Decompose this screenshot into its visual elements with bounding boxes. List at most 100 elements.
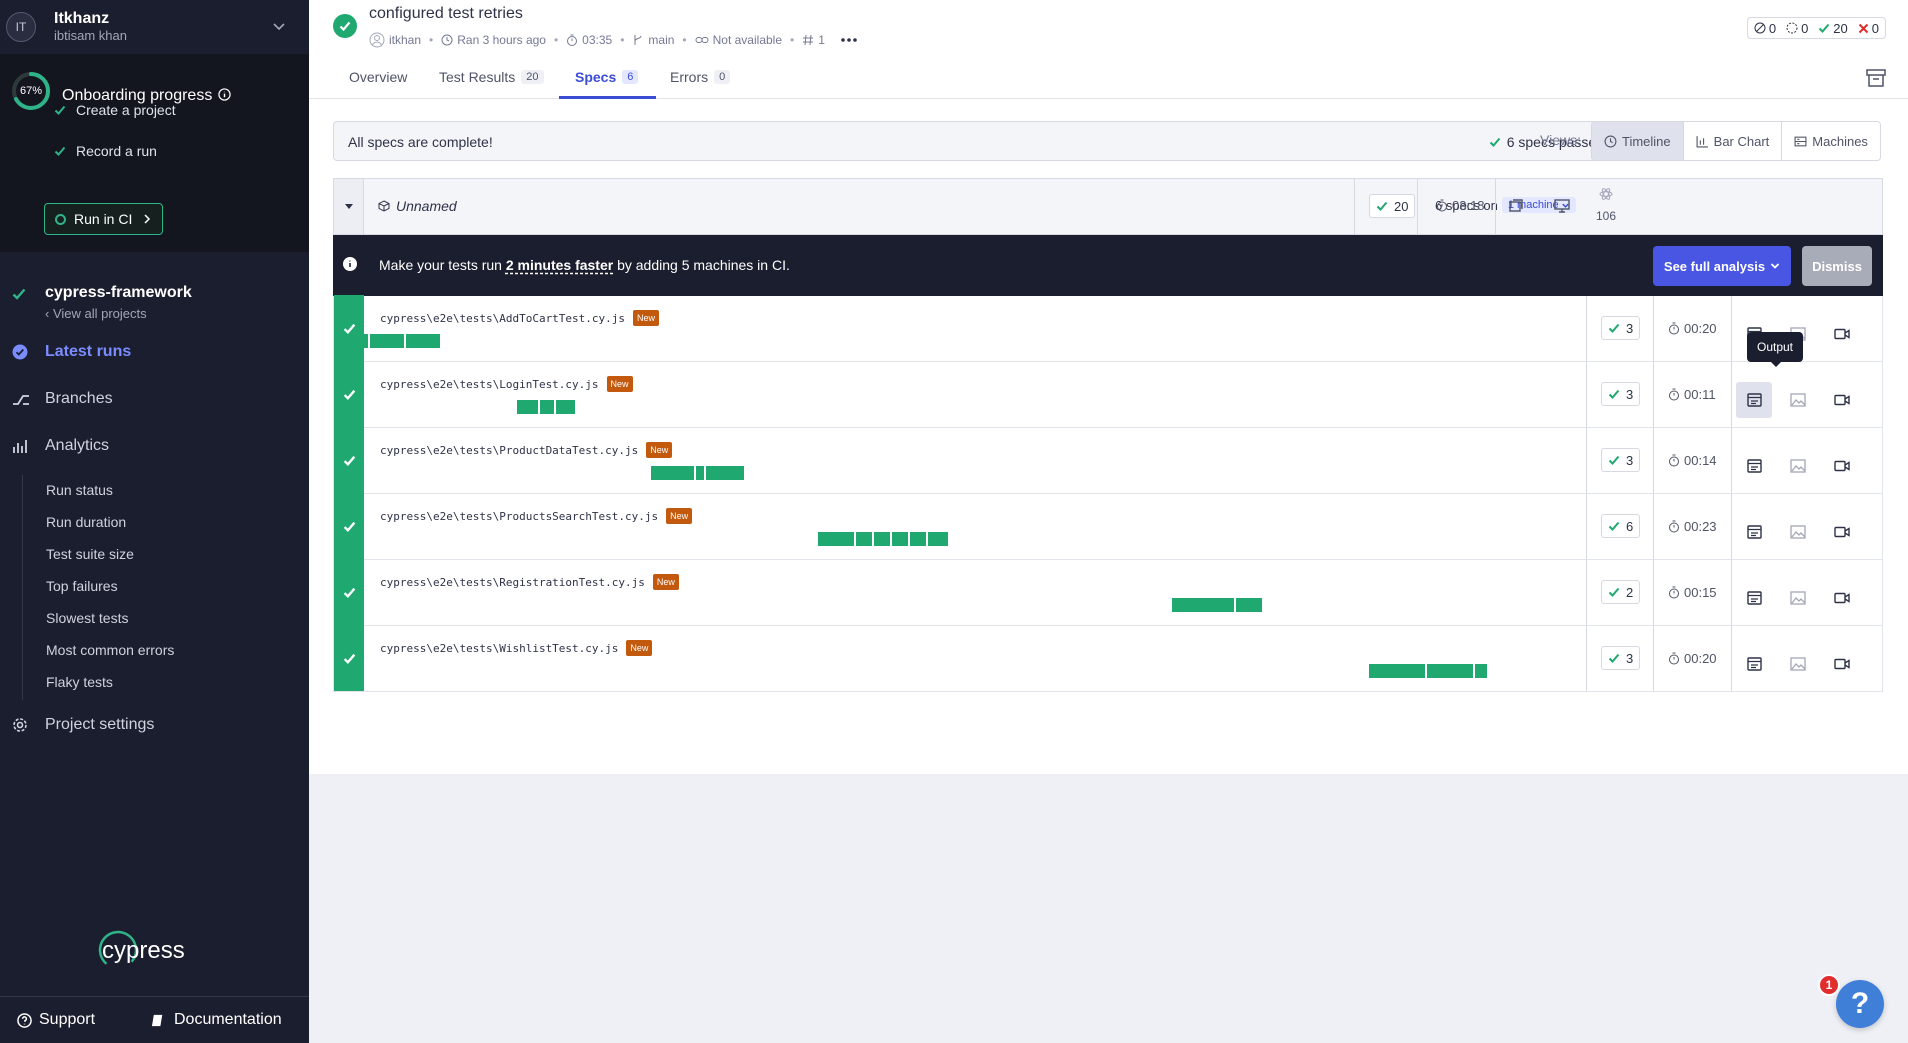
check-icon	[1608, 455, 1620, 465]
project-name[interactable]: cypress-framework	[45, 284, 192, 302]
test-bar[interactable]	[1475, 664, 1487, 678]
test-bar[interactable]	[517, 400, 538, 414]
spec-path[interactable]: cypress\e2e\tests\AddToCartTest.cy.js New	[380, 310, 660, 326]
test-bar[interactable]	[874, 532, 890, 546]
onboarding-step-create-project[interactable]: Create a project	[54, 102, 176, 118]
output-button[interactable]	[1736, 646, 1772, 682]
test-bar[interactable]	[334, 334, 368, 348]
image-icon	[1790, 591, 1806, 605]
test-bar[interactable]	[1236, 598, 1262, 612]
analytics-flaky-tests[interactable]: Flaky tests	[46, 674, 113, 690]
run-counts: 0 0 20 0	[1746, 17, 1886, 39]
test-bar[interactable]	[370, 334, 404, 348]
documentation-link[interactable]: Documentation	[151, 1011, 282, 1029]
check-icon	[1608, 653, 1620, 663]
view-switcher: Timeline Bar Chart Machines	[1591, 121, 1881, 161]
tab-test-results[interactable]: Test Results 20	[439, 69, 544, 85]
analytics-run-status[interactable]: Run status	[46, 482, 113, 498]
video-button[interactable]	[1824, 514, 1860, 550]
onboarding-step-record-run[interactable]: Record a run	[54, 143, 157, 159]
spec-path[interactable]: cypress\e2e\tests\ProductsSearchTest.cy.…	[380, 508, 693, 524]
output-button[interactable]	[1736, 580, 1772, 616]
test-bar[interactable]	[856, 532, 872, 546]
specs-status-banner: All specs are complete! 6 specs passed	[333, 121, 1619, 161]
spec-row[interactable]: cypress\e2e\tests\AddToCartTest.cy.js New…	[333, 295, 1883, 362]
analytics-common-errors[interactable]: Most common errors	[46, 642, 174, 658]
test-bar[interactable]	[706, 466, 744, 480]
spec-path[interactable]: cypress\e2e\tests\RegistrationTest.cy.js…	[380, 574, 679, 590]
nav-project-settings[interactable]: Project settings	[12, 716, 154, 733]
org-switcher[interactable]: IT Itkhanz ibtisam khan	[0, 0, 309, 54]
collapse-toggle[interactable]	[334, 179, 364, 234]
video-button[interactable]	[1824, 646, 1860, 682]
analytics-test-suite-size[interactable]: Test suite size	[46, 546, 134, 562]
test-bar[interactable]	[818, 532, 854, 546]
dismiss-button[interactable]: Dismiss	[1802, 246, 1872, 286]
video-button[interactable]	[1824, 448, 1860, 484]
spec-row[interactable]: cypress\e2e\tests\ProductsSearchTest.cy.…	[333, 493, 1883, 560]
support-link[interactable]: Support	[17, 1011, 95, 1029]
test-bar[interactable]	[910, 532, 926, 546]
info-icon[interactable]	[218, 88, 231, 101]
video-button[interactable]	[1824, 580, 1860, 616]
spec-path[interactable]: cypress\e2e\tests\ProductDataTest.cy.js N…	[380, 442, 673, 458]
test-bar[interactable]	[556, 400, 575, 414]
spec-row[interactable]: cypress\e2e\tests\WishlistTest.cy.js New …	[333, 625, 1883, 692]
promo-highlight[interactable]: 2 minutes faster	[506, 257, 613, 273]
test-bar[interactable]	[1427, 664, 1473, 678]
output-button[interactable]	[1736, 448, 1772, 484]
run-in-ci-button[interactable]: Run in CI	[44, 203, 163, 235]
spec-group-header: Unnamed 6 specs on 1 machine 20 03:18 10…	[333, 178, 1883, 235]
test-bar[interactable]	[651, 466, 694, 480]
screenshots-button[interactable]	[1780, 580, 1816, 616]
screenshots-button[interactable]	[1780, 382, 1816, 418]
output-button[interactable]	[1736, 382, 1772, 418]
video-button[interactable]	[1824, 382, 1860, 418]
video-button[interactable]	[1824, 316, 1860, 352]
view-bar-chart-button[interactable]: Bar Chart	[1682, 122, 1782, 160]
terminal-output-icon	[1746, 657, 1762, 671]
spec-path[interactable]: cypress\e2e\tests\WishlistTest.cy.js New	[380, 640, 653, 656]
test-bar[interactable]	[928, 532, 948, 546]
window-icon[interactable]	[1508, 198, 1524, 214]
sidebar: IT Itkhanz ibtisam khan 67% Onboarding p…	[0, 0, 309, 1043]
test-bar[interactable]	[696, 466, 704, 480]
spec-passed-icon	[334, 295, 364, 361]
analytics-slowest-tests[interactable]: Slowest tests	[46, 610, 128, 626]
nav-analytics[interactable]: Analytics	[12, 437, 109, 454]
help-circle-icon	[17, 1012, 32, 1028]
nav-branches[interactable]: Branches	[12, 390, 113, 407]
view-machines-button[interactable]: Machines	[1781, 122, 1880, 160]
output-button[interactable]	[1736, 514, 1772, 550]
monitor-icon[interactable]	[1554, 199, 1570, 213]
tab-specs[interactable]: Specs 6	[575, 69, 639, 85]
tab-errors[interactable]: Errors 0	[670, 69, 731, 85]
spec-row[interactable]: cypress\e2e\tests\RegistrationTest.cy.js…	[333, 559, 1883, 626]
tab-overview[interactable]: Overview	[349, 69, 407, 85]
more-icon[interactable]	[841, 38, 857, 42]
spec-path[interactable]: cypress\e2e\tests\LoginTest.cy.js New	[380, 376, 633, 392]
test-bar[interactable]	[1369, 664, 1425, 678]
onboarding-step-label: Record a run	[76, 143, 157, 159]
nav-latest-runs[interactable]: Latest runs	[12, 343, 131, 360]
see-full-analysis-button[interactable]: See full analysis	[1653, 246, 1791, 286]
view-all-projects-link[interactable]: ‹ View all projects	[45, 306, 147, 321]
view-timeline-button[interactable]: Timeline	[1592, 122, 1683, 160]
analytics-top-failures[interactable]: Top failures	[46, 578, 118, 594]
test-bar[interactable]	[1172, 598, 1234, 612]
run-tabs: Overview Test Results 20 Specs 6 Errors 0	[309, 56, 1908, 99]
test-bar[interactable]	[406, 334, 440, 348]
stopwatch-icon	[567, 34, 578, 46]
new-badge: New	[633, 310, 660, 326]
terminal-output-icon	[1746, 525, 1762, 539]
test-bar[interactable]	[540, 400, 554, 414]
archive-icon[interactable]	[1866, 69, 1886, 87]
screenshots-button[interactable]	[1780, 514, 1816, 550]
analytics-run-duration[interactable]: Run duration	[46, 514, 126, 530]
test-bar[interactable]	[892, 532, 908, 546]
spec-row[interactable]: cypress\e2e\tests\LoginTest.cy.js New 3 0…	[333, 361, 1883, 428]
help-button[interactable]: ?	[1836, 980, 1884, 1028]
screenshots-button[interactable]	[1780, 646, 1816, 682]
screenshots-button[interactable]	[1780, 448, 1816, 484]
spec-row[interactable]: cypress\e2e\tests\ProductDataTest.cy.js N…	[333, 427, 1883, 494]
